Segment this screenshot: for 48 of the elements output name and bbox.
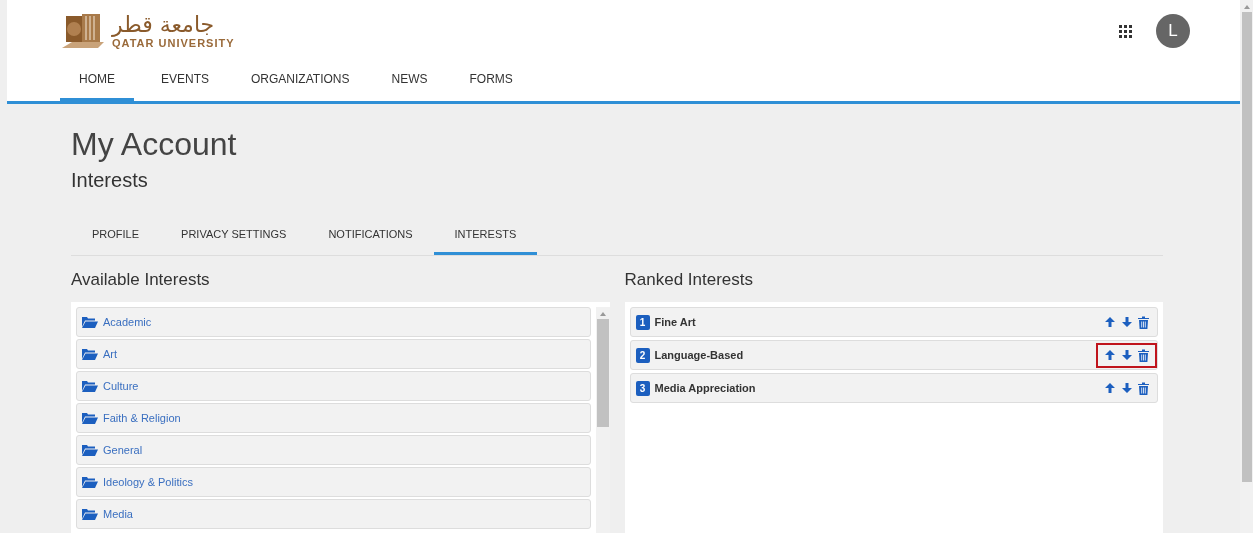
interest-category-item[interactable]: Faith & Religion xyxy=(76,403,591,433)
account-tab[interactable]: INTERESTS xyxy=(433,222,538,255)
nav-link[interactable]: ORGANIZATIONS xyxy=(236,62,365,101)
ranked-interest-item: 3 Media Appreciation xyxy=(629,373,1158,403)
interest-category-item[interactable]: Culture xyxy=(76,371,591,401)
list-scrollbar[interactable] xyxy=(595,307,610,533)
folder-icon xyxy=(82,412,98,424)
trash-icon[interactable] xyxy=(1138,315,1149,329)
arrow-down-icon[interactable] xyxy=(1121,349,1133,361)
folder-icon xyxy=(82,508,98,520)
account-tab[interactable]: NOTIFICATIONS xyxy=(307,222,434,255)
interest-category-item[interactable]: Art xyxy=(76,339,591,369)
building-logo-icon xyxy=(60,12,106,50)
folder-icon xyxy=(82,348,98,360)
interest-category-item[interactable]: General xyxy=(76,435,591,465)
arrow-up-icon[interactable] xyxy=(1104,349,1116,361)
ranked-interest-item: 1 Fine Art xyxy=(629,307,1158,337)
rank-badge: 1 xyxy=(635,314,650,330)
nav-link[interactable]: EVENTS xyxy=(146,62,224,101)
apps-grid-icon[interactable] xyxy=(1119,24,1132,38)
logo-arabic-text: جامعة قطر xyxy=(112,13,215,37)
folder-icon xyxy=(82,476,98,488)
interest-category-item[interactable]: Academic xyxy=(76,307,591,337)
rank-badge: 2 xyxy=(635,347,650,363)
account-tab[interactable]: PRIVACY SETTINGS xyxy=(160,222,308,255)
nav-link[interactable]: NEWS xyxy=(376,62,443,101)
nav-link[interactable]: FORMS xyxy=(454,62,528,101)
account-tab[interactable]: PROFILE xyxy=(71,222,161,255)
rank-badge: 3 xyxy=(635,380,650,396)
interest-category-item[interactable]: Ideology & Politics xyxy=(76,467,591,497)
trash-icon[interactable] xyxy=(1138,381,1149,395)
nav-link[interactable]: HOME xyxy=(60,62,134,101)
user-avatar[interactable]: L xyxy=(1156,14,1190,48)
interest-category-item[interactable]: Media xyxy=(76,499,591,529)
arrow-down-icon[interactable] xyxy=(1121,316,1133,328)
section-heading: Available Interests xyxy=(71,270,211,290)
folder-icon xyxy=(82,316,98,328)
trash-icon[interactable] xyxy=(1138,348,1149,362)
section-heading: Ranked Interests xyxy=(624,270,754,290)
arrow-up-icon[interactable] xyxy=(1104,382,1116,394)
page-subtitle: Interests xyxy=(71,169,149,192)
arrow-up-icon[interactable] xyxy=(1104,316,1116,328)
page-title: My Account xyxy=(71,126,238,163)
arrow-down-icon[interactable] xyxy=(1121,382,1133,394)
logo-english-text: QATAR UNIVERSITY xyxy=(112,37,235,49)
folder-icon xyxy=(82,380,98,392)
folder-icon xyxy=(82,444,98,456)
ranked-interest-item: 2 Language-Based xyxy=(629,340,1158,370)
